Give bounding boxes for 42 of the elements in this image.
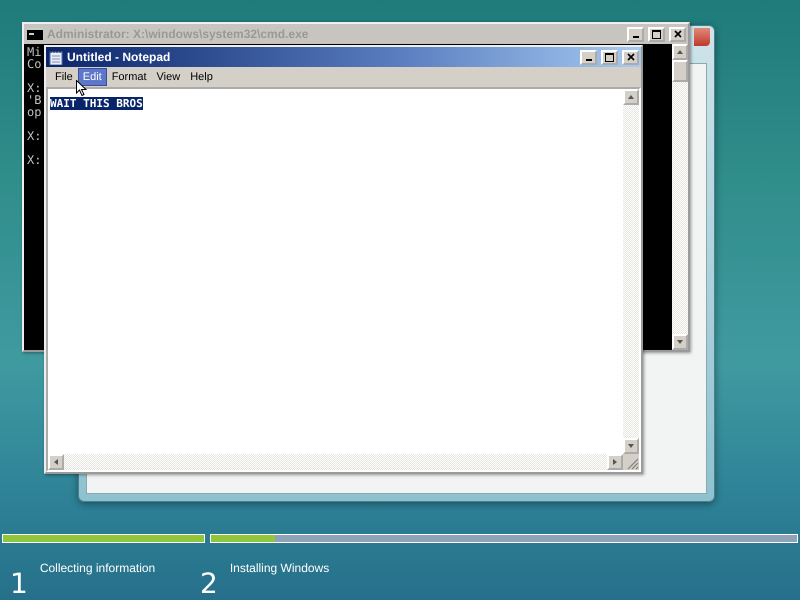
console-line: X: [27,130,42,142]
close-button[interactable] [622,50,639,64]
console-line: X: [27,154,42,166]
console-line: X: [27,82,42,94]
maximize-icon [605,52,614,62]
arrow-left-icon [52,458,60,466]
menu-item[interactable]: View [152,68,186,86]
console-line: Mi [27,46,42,58]
console-line: Co [27,58,42,70]
text-editor[interactable]: WAIT THIS BROS [48,89,623,454]
console-line: 'B [27,94,42,106]
editor-text: WAIT THIS BROS [50,97,143,110]
arrow-up-icon [676,48,684,56]
minimize-button[interactable] [627,26,644,42]
vertical-scrollbar[interactable] [672,44,688,350]
menu-item[interactable]: Edit [78,68,107,86]
maximize-button[interactable] [601,50,618,64]
notepad-icon [49,50,63,64]
close-icon [674,30,682,38]
arrow-down-icon [676,338,684,346]
close-icon [626,53,634,61]
menu-item[interactable]: File [50,68,78,86]
close-button[interactable] [669,26,686,42]
horizontal-scrollbar[interactable] [48,454,623,470]
step-label: Collecting information [40,561,156,575]
menu-item[interactable]: Help [185,68,218,86]
console-line: op [27,106,42,118]
arrow-right-icon [611,458,619,466]
vertical-scrollbar[interactable] [623,89,639,454]
step-label: Installing Windows [230,561,330,575]
window-title: Untitled - Notepad [67,50,170,64]
step-number: 1 [10,570,28,598]
resize-grip-icon[interactable] [625,456,639,470]
minimize-button[interactable] [580,50,597,64]
maximize-button[interactable] [648,26,665,42]
scrollbar-thumb[interactable] [672,60,688,82]
menu-item[interactable]: Format [106,68,152,86]
arrow-up-icon [627,93,635,101]
step-number: 2 [200,570,218,598]
console-icon [27,28,43,40]
arrow-down-icon [627,442,635,450]
maximize-icon [652,30,661,38]
